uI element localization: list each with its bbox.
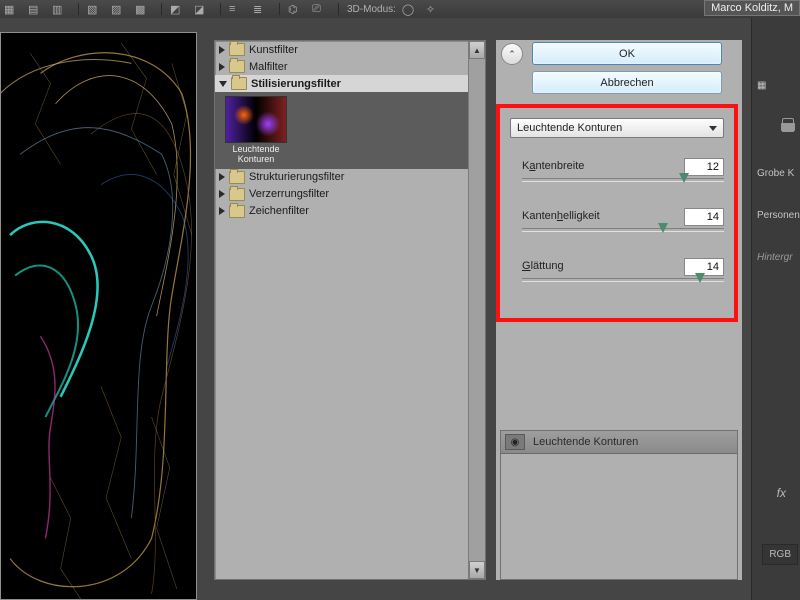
toolbar-icon[interactable]: ▥ bbox=[52, 3, 70, 15]
panel-icon[interactable]: ▦ bbox=[757, 80, 766, 91]
collapse-toggle[interactable]: ⌃ bbox=[501, 43, 523, 65]
tree-item-label: Malfilter bbox=[249, 61, 288, 73]
ok-button[interactable]: OK bbox=[532, 42, 722, 65]
filter-thumbnail[interactable]: LeuchtendeKonturen bbox=[219, 96, 293, 165]
chevron-down-icon bbox=[219, 81, 227, 87]
tree-item-stilisierungsfilter[interactable]: Stilisierungsfilter bbox=[215, 75, 485, 92]
param-value-input[interactable]: 12 bbox=[684, 158, 724, 176]
tree-item-strukturierungsfilter[interactable]: Strukturierungsfilter bbox=[215, 169, 485, 186]
folder-icon bbox=[231, 77, 247, 90]
applied-filter-label: Leuchtende Konturen bbox=[533, 436, 638, 448]
scroll-track[interactable] bbox=[469, 59, 485, 561]
slider-track[interactable] bbox=[522, 278, 724, 282]
filter-select-dropdown[interactable]: Leuchtende Konturen bbox=[510, 118, 724, 138]
thumbnail-label: LeuchtendeKonturen bbox=[219, 145, 293, 165]
tree-item-kunstfilter[interactable]: Kunstfilter bbox=[215, 41, 485, 58]
toolbar-icon[interactable]: ▨ bbox=[111, 3, 129, 15]
toolbar-icon[interactable]: ⎚ bbox=[312, 3, 330, 15]
param-kantenhelligkeit: Kantenhelligkeit 14 bbox=[522, 210, 724, 222]
chevron-down-icon bbox=[709, 126, 717, 131]
chevron-right-icon bbox=[219, 173, 225, 181]
tree-item-label: Strukturierungsfilter bbox=[249, 171, 344, 183]
layer-name[interactable]: Hintergr bbox=[757, 252, 793, 263]
toolbar-icon[interactable]: ◩ bbox=[170, 3, 188, 15]
toolbar-mode-label: 3D-Modus: bbox=[347, 4, 396, 15]
folder-icon bbox=[229, 188, 245, 201]
toolbar-icon[interactable]: ◯ bbox=[402, 3, 420, 15]
param-value-input[interactable]: 14 bbox=[684, 208, 724, 226]
visibility-eye-icon[interactable]: ◉ bbox=[505, 434, 525, 450]
preview-pane[interactable] bbox=[0, 32, 197, 600]
toolbar-icon[interactable]: ▤ bbox=[28, 3, 46, 15]
chevron-right-icon bbox=[219, 190, 225, 198]
app-toolbar: ▦ ▤ ▥ ▧ ▨ ▩ ◩ ◪ ≡ ≣ ⌬ ⎚ 3D-Modus: ◯ ✧ bbox=[0, 0, 800, 18]
chevron-right-icon bbox=[219, 63, 225, 71]
toolbar-icon[interactable]: ✧ bbox=[426, 3, 444, 15]
chevron-right-icon bbox=[219, 46, 225, 54]
window-title: Marco Kolditz, M bbox=[704, 0, 800, 16]
thumbnail-image bbox=[225, 96, 287, 143]
layer-name[interactable]: Personen bbox=[757, 210, 800, 221]
chevron-right-icon bbox=[219, 207, 225, 215]
applied-filter-item[interactable]: ◉ Leuchtende Konturen bbox=[501, 431, 737, 454]
dropdown-value: Leuchtende Konturen bbox=[517, 122, 622, 134]
layers-panel-strip: ▦ Grobe K Personen Hintergr fx RGB bbox=[751, 18, 800, 600]
tree-item-label: Stilisierungsfilter bbox=[251, 78, 341, 90]
toolbar-icon[interactable]: ≡ bbox=[229, 3, 247, 15]
folder-icon bbox=[229, 60, 245, 73]
param-kantenbreite: Kantenbreite 12 bbox=[522, 160, 724, 172]
tree-item-label: Zeichenfilter bbox=[249, 205, 309, 217]
button-label: OK bbox=[619, 48, 635, 60]
slider-thumb[interactable] bbox=[679, 173, 689, 183]
layer-name[interactable]: Grobe K bbox=[757, 168, 794, 179]
param-glaettung: Glättung 14 bbox=[522, 260, 724, 272]
toolbar-icon[interactable]: ▩ bbox=[135, 3, 153, 15]
tree-item-label: Kunstfilter bbox=[249, 44, 298, 56]
filter-gallery-dialog: Kunstfilter Malfilter Stilisierungsfilte… bbox=[0, 20, 750, 600]
filter-tree: Kunstfilter Malfilter Stilisierungsfilte… bbox=[214, 40, 486, 580]
toolbar-icon[interactable]: ▧ bbox=[87, 3, 105, 15]
tree-item-zeichenfilter[interactable]: Zeichenfilter bbox=[215, 203, 485, 220]
slider-track[interactable] bbox=[522, 228, 724, 232]
slider-thumb[interactable] bbox=[695, 273, 705, 283]
toolbar-icon[interactable]: ▦ bbox=[4, 3, 22, 15]
scroll-down-button[interactable]: ▼ bbox=[469, 561, 485, 579]
folder-icon bbox=[229, 171, 245, 184]
scrollbar[interactable]: ▲ ▼ bbox=[468, 41, 485, 579]
color-mode-badge: RGB bbox=[762, 544, 798, 565]
slider-thumb[interactable] bbox=[658, 223, 668, 233]
lock-icon bbox=[782, 118, 794, 132]
tree-item-malfilter[interactable]: Malfilter bbox=[215, 58, 485, 75]
param-label: Glättung bbox=[522, 260, 564, 272]
filter-thumbnails-row: LeuchtendeKonturen bbox=[215, 92, 485, 169]
chevron-up-icon: ⌃ bbox=[508, 49, 516, 60]
filter-controls-panel: ⌃ OK Abbrechen Leuchtende Konturen Kante… bbox=[496, 40, 742, 580]
folder-icon bbox=[229, 43, 245, 56]
scroll-up-button[interactable]: ▲ bbox=[469, 41, 485, 59]
param-label: Kantenhelligkeit bbox=[522, 210, 600, 222]
slider-track[interactable] bbox=[522, 178, 724, 182]
tree-item-verzerrungsfilter[interactable]: Verzerrungsfilter bbox=[215, 186, 485, 203]
fx-label: fx bbox=[777, 486, 786, 500]
folder-icon bbox=[229, 205, 245, 218]
toolbar-icon[interactable]: ⌬ bbox=[288, 3, 306, 15]
applied-filters-list: ◉ Leuchtende Konturen bbox=[500, 430, 738, 580]
toolbar-icon[interactable]: ◪ bbox=[194, 3, 212, 15]
button-label: Abbrechen bbox=[600, 77, 653, 89]
tree-item-label: Verzerrungsfilter bbox=[249, 188, 329, 200]
param-label: Kantenbreite bbox=[522, 160, 584, 172]
cancel-button[interactable]: Abbrechen bbox=[532, 71, 722, 94]
toolbar-icon[interactable]: ≣ bbox=[253, 3, 271, 15]
